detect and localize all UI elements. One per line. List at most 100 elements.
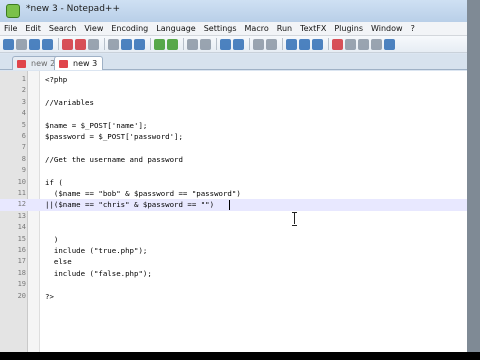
line-number: 8 xyxy=(21,154,26,163)
toolbar-separator xyxy=(150,38,151,50)
line-number: 6 xyxy=(21,132,26,140)
line-number: 15 xyxy=(17,234,26,243)
code-text: //Variables xyxy=(45,97,94,107)
line-number: 16 xyxy=(17,246,26,254)
code-text: $name = $_POST['name']; xyxy=(45,120,148,130)
menu-language[interactable]: Language xyxy=(152,22,199,36)
toolbar-separator xyxy=(183,38,184,50)
screen: *new 3 - Notepad++ File Edit Search View Enc… xyxy=(0,0,480,360)
code-line[interactable]: 20 ?> xyxy=(0,291,467,302)
menu-run[interactable]: Run xyxy=(273,22,296,36)
save-macro-icon[interactable] xyxy=(384,38,395,50)
menu-window[interactable]: Window xyxy=(367,22,407,36)
toolbar-separator xyxy=(282,38,283,50)
redo-icon[interactable] xyxy=(167,38,178,50)
find-icon[interactable] xyxy=(187,38,198,50)
menu-bar: File Edit Search View Encoding Language Settin… xyxy=(0,22,467,36)
sync-horizontal-icon[interactable] xyxy=(266,38,277,50)
menu-view[interactable]: View xyxy=(80,22,107,36)
tab-label: new 3 xyxy=(73,59,98,68)
code-line[interactable]: 7 xyxy=(0,142,467,153)
line-number: 19 xyxy=(17,280,26,289)
play-macro-icon[interactable] xyxy=(358,38,369,50)
save-icon[interactable] xyxy=(29,38,40,50)
code-line[interactable]: 17 else xyxy=(0,256,467,267)
code-line[interactable]: 12 ||($name == "chris" & $password == "") xyxy=(0,199,467,211)
code-line[interactable]: 6 $password = $_POST['password']; xyxy=(0,131,467,142)
zoom-in-icon[interactable] xyxy=(220,38,231,50)
code-line[interactable]: 9 xyxy=(0,165,467,176)
title-bar[interactable]: *new 3 - Notepad++ xyxy=(0,0,467,22)
cut-icon[interactable] xyxy=(108,38,119,50)
menu-plugins[interactable]: Plugins xyxy=(330,22,367,36)
new-file-icon[interactable] xyxy=(3,38,14,50)
show-all-chars-icon[interactable] xyxy=(299,38,310,50)
line-number: 4 xyxy=(21,109,26,118)
replace-icon[interactable] xyxy=(200,38,211,50)
undo-icon[interactable] xyxy=(154,38,165,50)
menu-settings[interactable]: Settings xyxy=(200,22,241,36)
code-line[interactable]: 18 include ("false.php"); xyxy=(0,268,467,279)
toolbar xyxy=(0,36,467,53)
code-text: ||($name == "chris" & $password == "") xyxy=(45,200,215,210)
code-editor[interactable]: 1 <?php 2 3 //Variables 4 5 $name = $_POST['nam… xyxy=(0,71,467,352)
code-text: if ( xyxy=(45,177,63,187)
code-line[interactable]: 15 ) xyxy=(0,234,467,245)
line-number: 3 xyxy=(21,97,26,106)
code-line[interactable]: 8 //Get the username and password xyxy=(0,154,467,165)
menu-help[interactable]: ? xyxy=(407,22,419,36)
code-line[interactable]: 10 if ( xyxy=(0,177,467,188)
window-title: *new 3 - Notepad++ xyxy=(26,4,120,14)
menu-edit[interactable]: Edit xyxy=(21,22,45,36)
line-number: 7 xyxy=(21,143,26,152)
word-wrap-icon[interactable] xyxy=(286,38,297,50)
line-number: 5 xyxy=(21,120,26,129)
toolbar-separator xyxy=(249,38,250,50)
sync-vertical-icon[interactable] xyxy=(253,38,264,50)
code-line[interactable]: 11 ($name == "bob" & $password == "passw… xyxy=(0,188,467,199)
close-all-icon[interactable] xyxy=(75,38,86,50)
code-line[interactable]: 2 xyxy=(0,85,467,96)
indent-guide-icon[interactable] xyxy=(312,38,323,50)
toolbar-separator xyxy=(328,38,329,50)
notepadpp-app-icon xyxy=(6,4,20,18)
text-cursor-icon xyxy=(292,212,298,226)
line-number: 12 xyxy=(17,200,26,209)
toolbar-separator xyxy=(104,38,105,50)
paste-icon[interactable] xyxy=(134,38,145,50)
tab-new-3[interactable]: new 3 xyxy=(54,56,104,70)
code-line[interactable]: 16 include ("true.php"); xyxy=(0,245,467,256)
close-icon[interactable] xyxy=(62,38,73,50)
menu-macro[interactable]: Macro xyxy=(241,22,273,36)
toolbar-separator xyxy=(58,38,59,50)
copy-icon[interactable] xyxy=(121,38,132,50)
print-icon[interactable] xyxy=(88,38,99,50)
code-text: ($name == "bob" & $password == "password… xyxy=(45,189,241,198)
line-number: 1 xyxy=(21,75,26,83)
record-macro-icon[interactable] xyxy=(332,38,343,50)
stop-macro-icon[interactable] xyxy=(345,38,356,50)
play-multiple-icon[interactable] xyxy=(371,38,382,50)
code-line[interactable]: 5 $name = $_POST['name']; xyxy=(0,120,467,131)
code-text: else xyxy=(45,257,72,267)
menu-encoding[interactable]: Encoding xyxy=(107,22,152,36)
code-line[interactable]: 1 <?php xyxy=(0,74,467,85)
line-number: 2 xyxy=(21,86,26,95)
line-number: 14 xyxy=(17,223,26,232)
open-file-icon[interactable] xyxy=(16,38,27,50)
code-line[interactable]: 19 xyxy=(0,279,467,290)
line-number: 11 xyxy=(17,189,26,197)
line-number: 9 xyxy=(21,166,26,175)
code-line[interactable]: 14 xyxy=(0,222,467,233)
code-line[interactable]: 13 xyxy=(0,211,467,222)
tab-label: new 2 xyxy=(31,59,56,68)
tab-bar: new 2 new 3 xyxy=(0,54,467,70)
zoom-out-icon[interactable] xyxy=(233,38,244,50)
unsaved-file-icon xyxy=(17,60,26,68)
code-line[interactable]: 3 //Variables xyxy=(0,97,467,108)
menu-file[interactable]: File xyxy=(0,22,21,36)
code-line[interactable]: 4 xyxy=(0,108,467,119)
save-all-icon[interactable] xyxy=(42,38,53,50)
menu-textfx[interactable]: TextFX xyxy=(296,22,330,36)
menu-search[interactable]: Search xyxy=(45,22,80,36)
